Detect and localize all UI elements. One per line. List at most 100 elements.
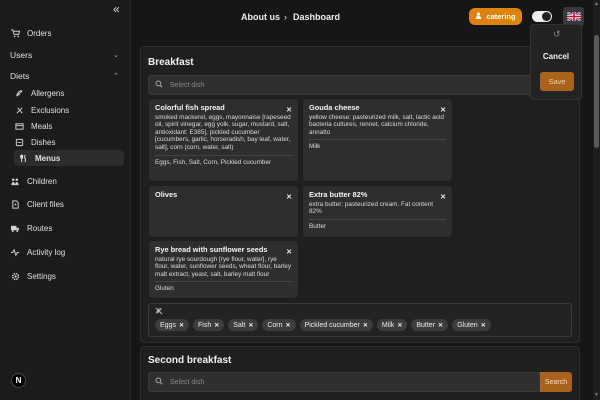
breadcrumb-dashboard[interactable]: Dashboard	[293, 12, 340, 22]
toggle-knob	[542, 12, 551, 21]
chip-label: Butter	[416, 321, 436, 329]
dish-name: Colorful fish spread	[155, 103, 225, 112]
client-files-icon	[10, 199, 20, 209]
remove-chip-icon[interactable]: ✕	[248, 322, 253, 329]
sidebar-item-label: Dishes	[31, 137, 56, 147]
remove-chip-icon[interactable]: ✕	[397, 322, 402, 329]
truck-icon	[10, 223, 20, 233]
remove-chip-icon[interactable]: ✕	[481, 322, 486, 329]
breadcrumb-separator-icon: ›	[284, 12, 287, 22]
gear-icon	[10, 271, 20, 281]
allergen-chip-list: Eggs ✕ Fish ✕ Salt ✕ Corn ✕ Pickled cucumber…	[155, 319, 491, 331]
allergen-chip[interactable]: Gluten ✕	[452, 319, 491, 331]
allergen-chip[interactable]: Corn ✕	[262, 319, 296, 331]
sidebar-item-users[interactable]: Users ⌄	[10, 47, 125, 63]
sidebar-item-label: Activity log	[27, 247, 66, 257]
cart-icon	[10, 28, 20, 38]
unsaved-changes-popover: ↺ Cancel Save	[530, 24, 582, 100]
chip-label: Pickled cucumber	[304, 321, 360, 329]
sidebar-item-exclusions[interactable]: Exclusions	[14, 102, 124, 118]
allergen-summary: Eggs ✕ Fish ✕ Salt ✕ Corn ✕ Pickled cucumber…	[148, 303, 572, 337]
breakfast-title: Breakfast	[148, 57, 194, 68]
sidebar-item-allergens[interactable]: Allergens	[14, 85, 124, 101]
dish-allergens: Eggs, Fish, Salt, Corn, Pickled cucumber	[155, 154, 292, 167]
remove-dish-icon[interactable]: ✕	[286, 249, 292, 257]
sidebar-item-label: Orders	[27, 28, 52, 38]
dish-allergens: Gluten	[155, 281, 292, 293]
remove-dish-icon[interactable]: ✕	[440, 194, 446, 202]
remove-chip-icon[interactable]: ✕	[363, 322, 368, 329]
theme-toggle[interactable]	[532, 11, 552, 22]
sidebar-item-label: Children	[27, 176, 57, 186]
sidebar-item-settings[interactable]: Settings	[10, 268, 125, 284]
sidebar-item-label: Users	[10, 50, 33, 60]
breadcrumb-about-us[interactable]: About us	[241, 12, 280, 22]
exclusion-icon	[14, 105, 24, 115]
sidebar-item-meals[interactable]: Meals	[14, 118, 124, 134]
remove-dish-icon[interactable]: ✕	[440, 107, 446, 115]
app-logo: N	[11, 373, 26, 388]
second-breakfast-dish-search[interactable]: Select dish	[148, 372, 540, 392]
dish-card-olives: Olives ✕	[149, 186, 298, 237]
allergen-chip[interactable]: Butter ✕	[411, 319, 449, 331]
search-icon	[155, 377, 163, 387]
meals-icon	[14, 121, 24, 131]
sidebar-item-diets[interactable]: Diets ⌃	[10, 68, 125, 84]
remove-dish-icon[interactable]: ✕	[286, 194, 292, 202]
collapse-sidebar-icon[interactable]: «	[113, 3, 125, 15]
chip-label: Eggs	[160, 321, 176, 329]
search-icon	[155, 80, 163, 90]
search-button[interactable]: Search	[540, 372, 572, 392]
dish-name: Extra butter 82%	[309, 190, 368, 199]
sidebar-item-menus[interactable]: Menus	[14, 150, 124, 166]
scrollbar-thumb[interactable]	[594, 35, 599, 148]
remove-chip-icon[interactable]: ✕	[179, 322, 184, 329]
chevron-up-icon: ⌃	[113, 73, 119, 80]
sidebar-item-client-files[interactable]: Client files	[10, 196, 125, 212]
remove-chip-icon[interactable]: ✕	[438, 322, 443, 329]
chip-label: Gluten	[457, 321, 478, 329]
scroll-down-icon[interactable]: ▼	[594, 392, 599, 398]
dishes-icon	[14, 137, 24, 147]
catering-label: catering	[486, 12, 516, 21]
allergen-chip[interactable]: Milk ✕	[376, 319, 408, 331]
remove-chip-icon[interactable]: ✕	[214, 322, 219, 329]
sidebar-item-children[interactable]: Children	[10, 173, 125, 189]
chip-label: Fish	[198, 321, 212, 329]
allergen-chip[interactable]: Salt ✕	[228, 319, 259, 331]
scroll-up-icon[interactable]: ▲	[594, 1, 599, 7]
second-breakfast-title: Second breakfast	[148, 355, 232, 366]
children-icon	[10, 176, 20, 186]
sidebar-item-routes[interactable]: Routes	[10, 220, 125, 236]
allergen-chip[interactable]: Fish ✕	[193, 319, 225, 331]
breakfast-dish-search[interactable]: Select dish	[148, 75, 572, 95]
allergen-chip[interactable]: Pickled cucumber ✕	[299, 319, 373, 331]
sidebar: « Orders Users ⌄ Diets ⌃ Allergens Exclu…	[0, 0, 131, 400]
remove-dish-icon[interactable]: ✕	[286, 107, 292, 115]
sidebar-item-label: Allergens	[31, 88, 65, 98]
page-scrollbar[interactable]: ▲ ▼	[593, 0, 600, 400]
sidebar-item-label: Settings	[27, 271, 56, 281]
sidebar-item-dishes[interactable]: Dishes	[14, 134, 124, 150]
catering-button[interactable]: catering	[469, 8, 522, 25]
allergen-icon	[155, 307, 163, 317]
uk-flag-icon	[565, 8, 582, 26]
sidebar-item-activity-log[interactable]: Activity log	[10, 244, 125, 260]
dish-ingredients: extra butter: pasteurized cream. Fat con…	[309, 200, 433, 216]
remove-chip-icon[interactable]: ✕	[286, 322, 291, 329]
sidebar-item-label: Routes	[27, 223, 53, 233]
cancel-button[interactable]: Cancel	[531, 52, 581, 61]
dish-name: Rye bread with sunflower seeds	[155, 245, 268, 254]
sidebar-item-label: Exclusions	[31, 105, 70, 115]
sidebar-item-orders[interactable]: Orders	[10, 25, 125, 41]
undo-icon[interactable]: ↺	[553, 29, 561, 40]
sidebar-item-label: Diets	[10, 71, 30, 81]
sidebar-item-label: Meals	[31, 121, 53, 131]
chip-label: Milk	[381, 321, 395, 329]
chip-label: Salt	[233, 321, 246, 329]
save-button[interactable]: Save	[540, 72, 574, 91]
cutlery-icon	[18, 153, 28, 163]
allergen-chip[interactable]: Eggs ✕	[155, 319, 189, 331]
chevron-down-icon: ⌄	[113, 52, 119, 59]
dish-ingredients: natural rye sourdough [rye flour, water]…	[155, 255, 292, 278]
